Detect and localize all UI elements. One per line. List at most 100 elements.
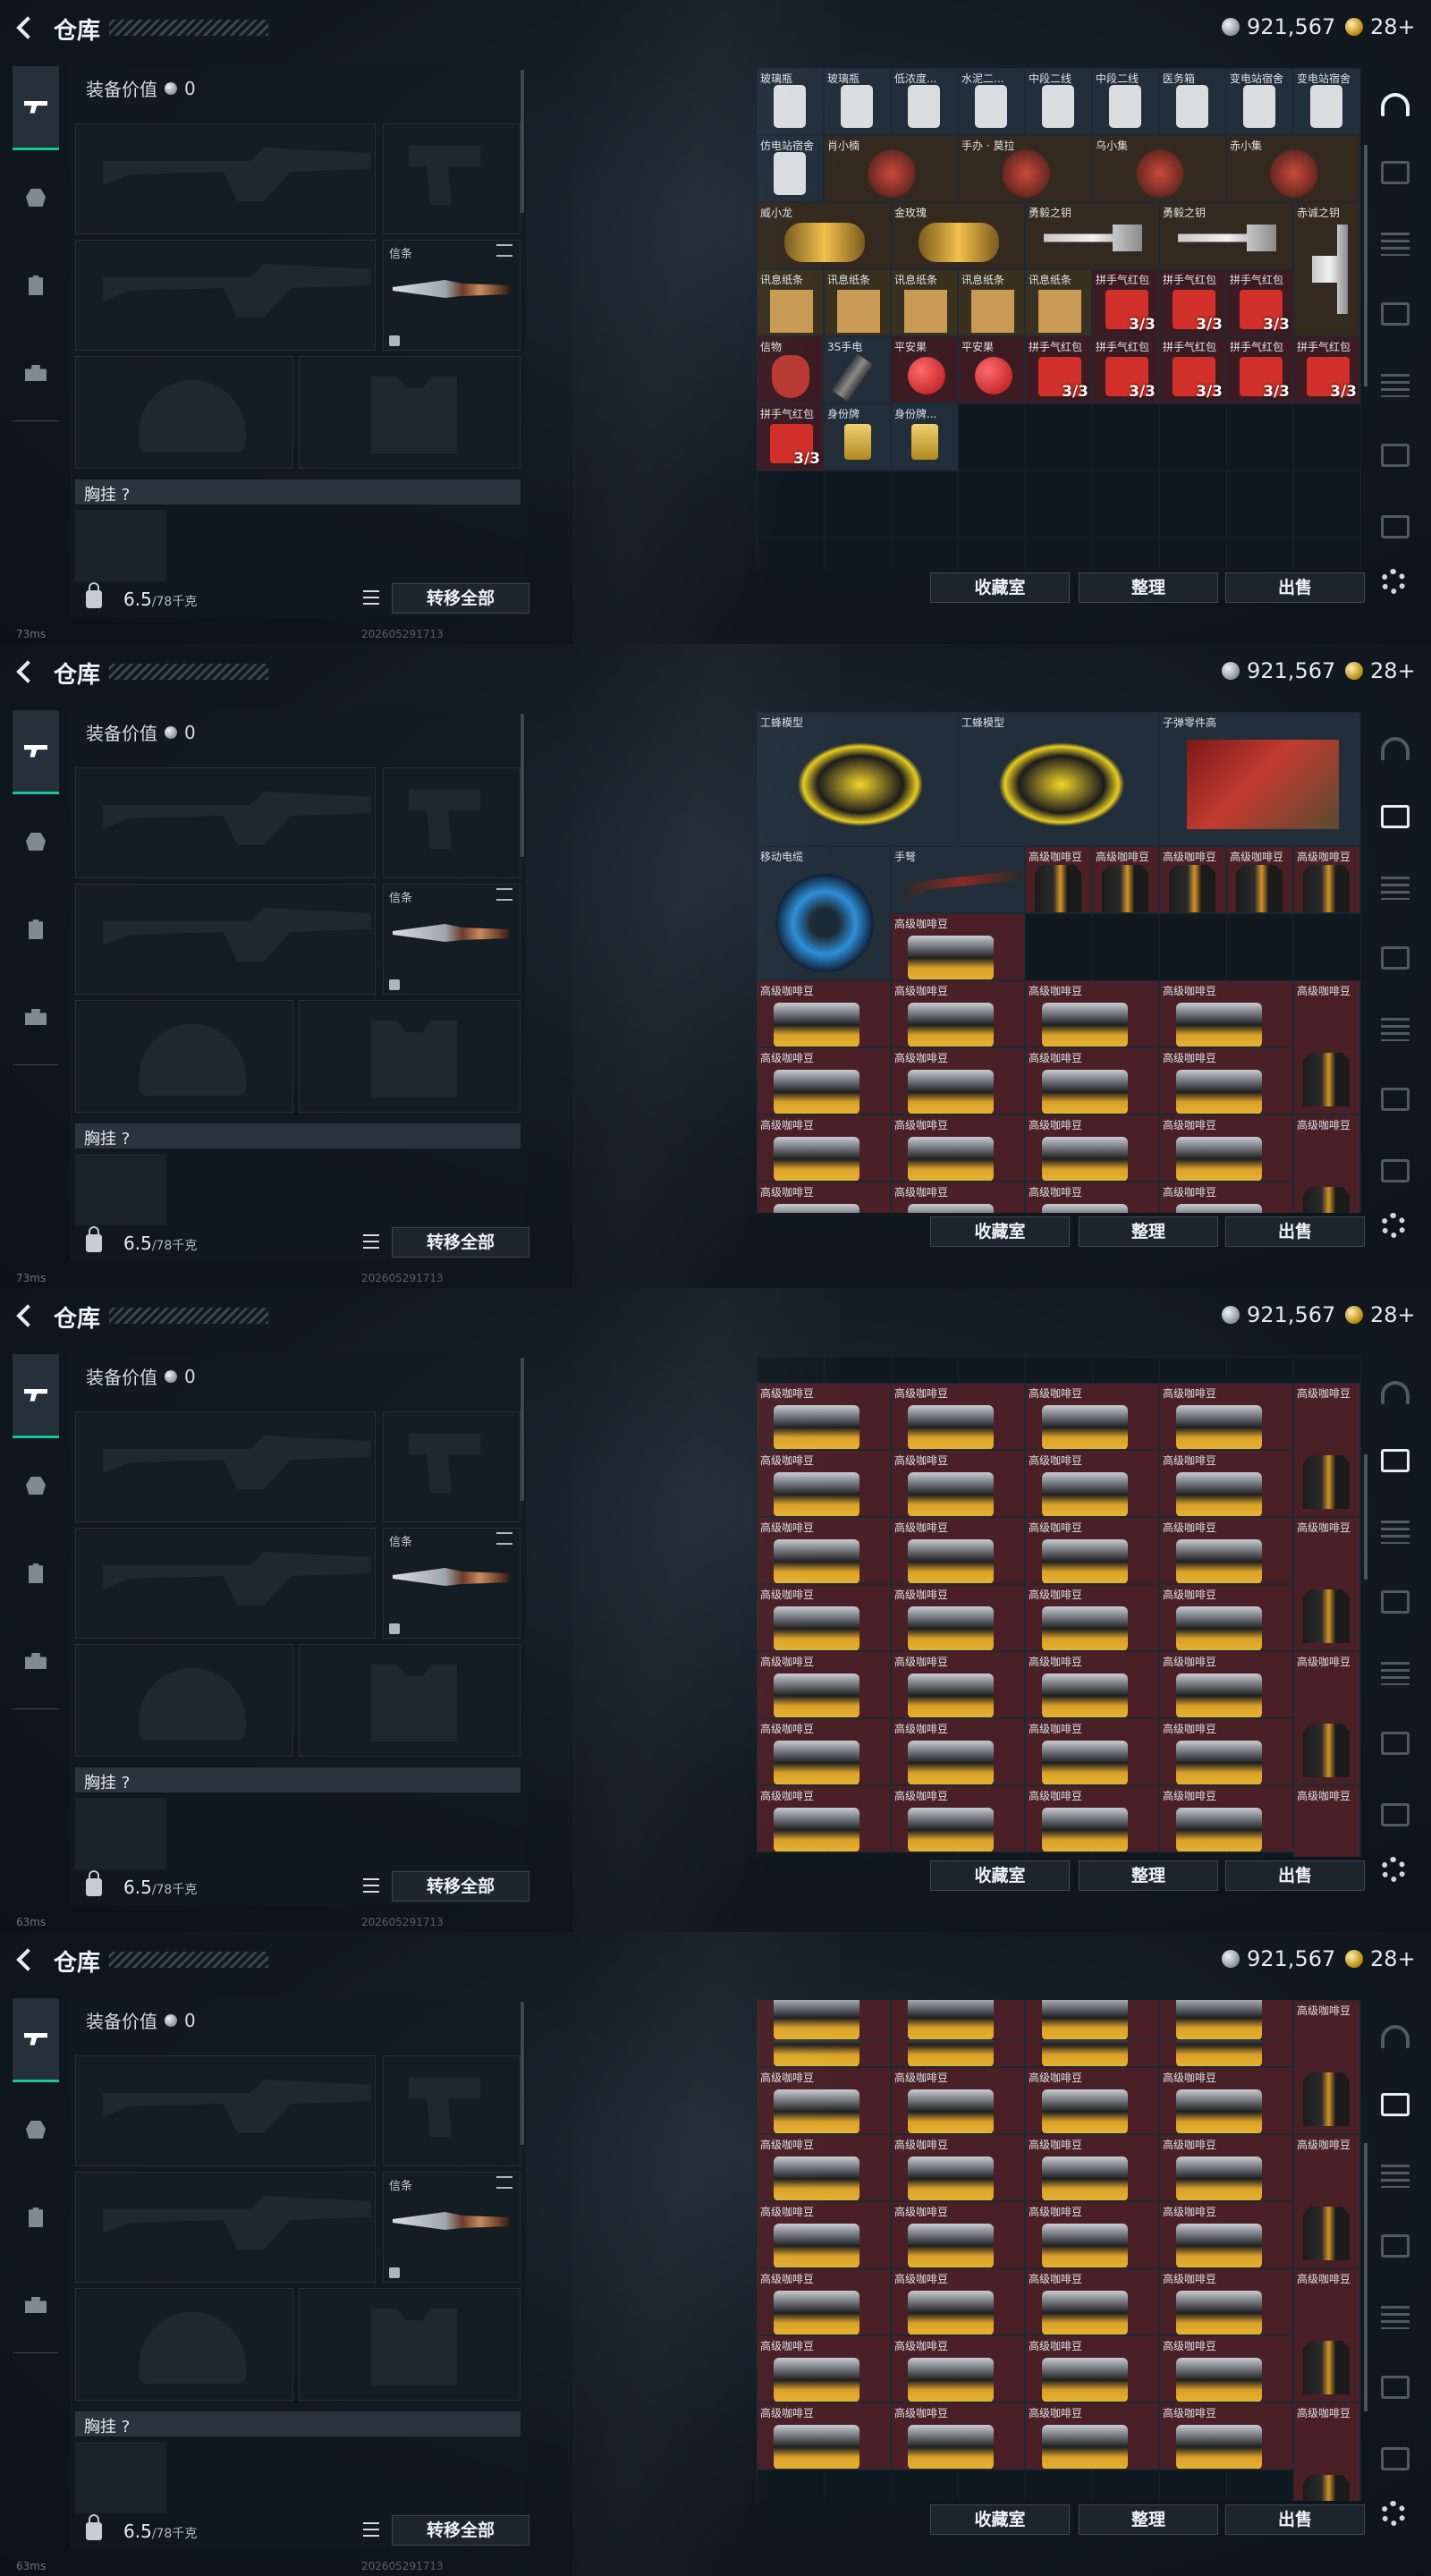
stash-item[interactable]: 讯息纸条 [1025, 269, 1092, 336]
collection-button[interactable]: 收藏室 [930, 572, 1070, 603]
stash-item[interactable]: 高级咖啡豆 [1025, 1383, 1159, 1450]
primary-weapon-slot[interactable] [75, 767, 376, 878]
stash-item[interactable]: 手办 · 莫拉 [958, 135, 1092, 202]
helmet-slot[interactable] [75, 1644, 293, 1757]
pistol-slot[interactable] [383, 123, 521, 234]
organize-button[interactable]: 整理 [1079, 572, 1218, 603]
stash-item[interactable] [1159, 2000, 1293, 2040]
stash-item[interactable]: 高级咖啡豆 [757, 2335, 891, 2402]
stash-item[interactable]: 高级咖啡豆 [891, 2134, 1025, 2201]
stash-item[interactable]: 高级咖啡豆 [1159, 2134, 1293, 2201]
swap-icon[interactable] [496, 888, 512, 901]
stash-item[interactable]: 高级咖啡豆 [891, 1718, 1025, 1785]
stash-item[interactable]: 变电站宿舍 [1226, 68, 1293, 135]
stash-item[interactable] [1025, 2000, 1159, 2040]
stash-item[interactable]: 讯息纸条 [891, 269, 958, 336]
stash-tab-5-icon[interactable] [1381, 1732, 1410, 1755]
stash-item[interactable]: 高级咖啡豆 [1293, 980, 1360, 1114]
loadout-scrollbar[interactable] [521, 2002, 524, 2145]
stash-item[interactable]: 拼手气红包 3/3 [1226, 269, 1293, 336]
stash-item[interactable]: 拼手气红包 3/3 [1025, 336, 1092, 403]
stash-item[interactable]: 高级咖啡豆 [1025, 2067, 1159, 2134]
stash-item[interactable]: 金玫瑰 [891, 202, 1025, 269]
swap-icon[interactable] [496, 1532, 512, 1545]
stash-item[interactable]: 高级咖啡豆 [1025, 1651, 1159, 1718]
stash-item[interactable]: 高级咖啡豆 [757, 1517, 891, 1584]
stash-item[interactable]: 高级咖啡豆 [757, 1383, 891, 1450]
loadout-scrollbar[interactable] [521, 714, 524, 857]
stash-tab-1-icon[interactable] [1381, 161, 1410, 184]
stash-item[interactable]: 低浓度... [891, 68, 958, 135]
transfer-all-button[interactable]: 转移全部 [392, 1871, 529, 1902]
melee-slot[interactable]: 信条 [383, 240, 521, 351]
stash-item[interactable]: 高级咖啡豆 [891, 1383, 1025, 1450]
stash-item[interactable]: 拼手气红包 3/3 [1092, 269, 1159, 336]
swap-icon[interactable] [496, 2176, 512, 2189]
stash-item[interactable]: 中段二线 [1025, 68, 1092, 135]
stash-item[interactable]: 高级咖啡豆 [757, 2402, 891, 2470]
helmet-slot[interactable] [75, 1000, 293, 1113]
stash-tab-6-icon[interactable] [1381, 1803, 1410, 1826]
stash-item[interactable]: 高级咖啡豆 [1293, 1785, 1360, 1857]
gold-currency[interactable]: 28+ [1345, 658, 1416, 683]
stash-item[interactable]: 高级咖啡豆 [1025, 1182, 1159, 1213]
stash-item[interactable]: 高级咖啡豆 [1159, 1718, 1293, 1785]
stash-item[interactable]: 拼手气红包 3/3 [1159, 269, 1226, 336]
primary-weapon-slot[interactable] [75, 1411, 376, 1522]
stash-scrollbar[interactable] [1364, 2143, 1367, 2411]
stash-item[interactable]: 高级咖啡豆 [1159, 2268, 1293, 2335]
transfer-all-button[interactable]: 转移全部 [392, 2515, 529, 2546]
stash-tab-home-icon[interactable] [1381, 93, 1410, 116]
chest-rig-slot[interactable] [75, 1154, 166, 1225]
stash-tab-1-icon[interactable] [1381, 1449, 1410, 1472]
stash-item[interactable]: 高级咖啡豆 [891, 980, 1025, 1047]
stash-item[interactable]: 拼手气红包 3/3 [1092, 336, 1159, 403]
stash-item[interactable]: 高级咖啡豆 [891, 2067, 1025, 2134]
tab-weapons[interactable] [13, 1998, 59, 2082]
stash-tab-4-icon[interactable] [1381, 1018, 1410, 1041]
stash-item[interactable]: 高级咖啡豆 [891, 2268, 1025, 2335]
stash-item[interactable]: 高级咖啡豆 [1293, 1114, 1360, 1213]
stash-tab-2-icon[interactable] [1381, 2165, 1410, 2188]
transfer-all-button[interactable]: 转移全部 [392, 583, 529, 614]
settings-gear-icon[interactable] [1381, 1857, 1406, 1882]
tab-items[interactable] [13, 887, 59, 971]
stash-item[interactable]: 高级咖啡豆 [891, 1651, 1025, 1718]
stash-item[interactable]: 高级咖啡豆 [1159, 1785, 1293, 1852]
chest-rig-header[interactable]: 胸挂 ? [75, 1123, 521, 1148]
tab-gear[interactable] [13, 2088, 59, 2172]
stash-tab-home-icon[interactable] [1381, 2025, 1410, 2048]
stash-item[interactable]: 拼手气红包 3/3 [1293, 336, 1360, 403]
tab-items[interactable] [13, 1531, 59, 1615]
list-icon[interactable] [363, 1234, 379, 1249]
stash-item[interactable]: 高级咖啡豆 [1025, 2201, 1159, 2268]
stash-item[interactable]: 赤诚之钥 [1293, 202, 1360, 336]
stash-tab-6-icon[interactable] [1381, 1159, 1410, 1182]
stash-item[interactable]: 高级咖啡豆 [1159, 1517, 1293, 1584]
tab-items[interactable] [13, 2175, 59, 2259]
organize-button[interactable]: 整理 [1079, 1216, 1218, 1247]
sell-button[interactable]: 出售 [1225, 1860, 1365, 1891]
settings-gear-icon[interactable] [1381, 2501, 1406, 2526]
stash-item[interactable]: 高级咖啡豆 [1293, 2402, 1360, 2501]
stash-item[interactable]: 高级咖啡豆 [757, 2268, 891, 2335]
stash-tab-2-icon[interactable] [1381, 877, 1410, 900]
stash-item[interactable]: 工蜂模型 [757, 712, 958, 846]
pistol-slot[interactable] [383, 767, 521, 878]
organize-button[interactable]: 整理 [1079, 2504, 1218, 2535]
stash-item[interactable]: 高级咖啡豆 [757, 980, 891, 1047]
stash-item[interactable]: 高级咖啡豆 [1025, 1718, 1159, 1785]
stash-item[interactable]: 高级咖啡豆 [1159, 1047, 1293, 1114]
secondary-weapon-slot[interactable] [75, 1528, 376, 1639]
gold-currency[interactable]: 28+ [1345, 1946, 1416, 1971]
stash-item[interactable]: 高级咖啡豆 [1092, 846, 1159, 913]
helmet-slot[interactable] [75, 2288, 293, 2401]
stash-item[interactable]: 高级咖啡豆 [1159, 1182, 1293, 1213]
stash-item[interactable]: 高级咖啡豆 [1159, 2335, 1293, 2402]
stash-item[interactable]: 高级咖啡豆 [1159, 980, 1293, 1047]
gold-currency[interactable]: 28+ [1345, 14, 1416, 39]
melee-slot[interactable]: 信条 [383, 884, 521, 995]
stash-item[interactable]: 子弹零件高 [1159, 712, 1360, 846]
lock-icon[interactable] [86, 1870, 102, 1896]
stash-item[interactable]: 威小龙 [757, 202, 891, 269]
